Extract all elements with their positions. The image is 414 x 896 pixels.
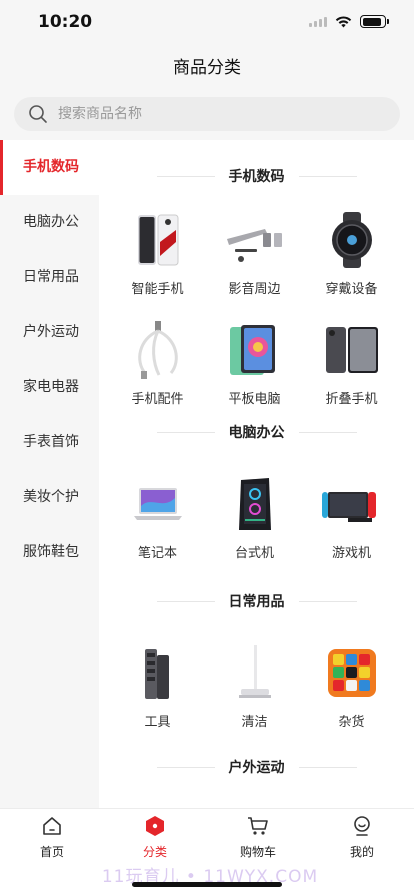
tab-cart[interactable]: 购物车 (218, 815, 298, 860)
sidebar-item-label: 手表首饰 (23, 434, 79, 450)
category-item[interactable]: 工具 (109, 619, 206, 753)
category-icon (146, 816, 164, 836)
category-item[interactable]: 平板电脑 (206, 304, 303, 414)
battery-icon (360, 15, 389, 28)
sidebar-item-home-appliances[interactable]: 家电电器 (0, 360, 99, 415)
wifi-icon (335, 16, 352, 28)
category-item-label: 笔记本 (137, 546, 177, 561)
sidebar-item-daily-goods[interactable]: 日常用品 (0, 250, 99, 305)
signal-icon (309, 16, 327, 27)
category-item-label: 杂货 (338, 715, 365, 730)
category-item[interactable]: 折叠手机 (303, 304, 400, 414)
category-item-label: 折叠手机 (325, 392, 378, 407)
tab-label: 分类 (142, 845, 167, 859)
tab-home[interactable]: 首页 (12, 815, 92, 860)
mop-icon (225, 643, 285, 703)
smartwatch-icon (322, 210, 382, 270)
category-item[interactable]: 游戏机 (303, 450, 400, 583)
foldable-phone-icon (322, 320, 382, 380)
rubiks-cube-icon (322, 643, 382, 703)
category-content: 手机数码 智能手机 影音周边 穿戴设备 手机配件 平板电脑 折叠手机 电脑办公 … (99, 140, 414, 808)
sidebar-item-label: 手机数码 (23, 159, 79, 175)
sidebar-item-label: 户外运动 (23, 324, 79, 340)
category-item[interactable]: 手机配件 (109, 304, 206, 414)
home-icon (43, 817, 61, 835)
usb-cable-icon (128, 320, 188, 380)
cart-icon (248, 817, 268, 835)
category-item-label: 影音周边 (228, 282, 281, 297)
category-item[interactable]: 清洁 (206, 619, 303, 753)
category-item-label: 穿戴设备 (325, 282, 378, 297)
sidebar-item-label: 家电电器 (23, 379, 79, 395)
sidebar-item-digital[interactable]: 手机数码 (0, 140, 99, 195)
sidebar-item-label: 电脑办公 (23, 214, 79, 230)
status-bar: 10:20 (0, 0, 414, 48)
search-input[interactable] (58, 106, 358, 122)
category-item-label: 手机配件 (131, 392, 184, 407)
category-grid: 工具 清洁 杂货 (99, 619, 414, 753)
category-item[interactable]: 智能手机 (109, 194, 206, 304)
sidebar-item-label: 日常用品 (23, 269, 79, 285)
sidebar-item-apparel-bags[interactable]: 服饰鞋包 (0, 525, 99, 580)
category-grid: 笔记本 台式机 游戏机 (99, 450, 414, 583)
smartphone-icon (128, 210, 188, 270)
search-icon (29, 105, 47, 123)
status-time: 10:20 (38, 12, 93, 32)
tablet-icon (225, 320, 285, 380)
laptop-icon (128, 474, 188, 534)
home-indicator (132, 882, 282, 887)
sidebar-item-computer-office[interactable]: 电脑办公 (0, 195, 99, 250)
search-box[interactable] (14, 97, 400, 131)
profile-icon (354, 816, 370, 836)
category-item-label: 台式机 (234, 546, 274, 561)
category-item-label: 工具 (144, 715, 171, 730)
category-sidebar: 手机数码 电脑办公 日常用品 户外运动 家电电器 手表首饰 美妆个护 服饰鞋包 (0, 140, 99, 808)
screwdriver-set-icon (128, 643, 188, 703)
category-item[interactable]: 笔记本 (109, 450, 206, 583)
category-grid: 智能手机 影音周边 穿戴设备 手机配件 平板电脑 折叠手机 (99, 194, 414, 414)
section-title: 户外运动 (99, 749, 414, 785)
tab-profile[interactable]: 我的 (322, 815, 402, 860)
category-item[interactable]: 台式机 (206, 450, 303, 583)
desktop-tower-icon (225, 474, 285, 534)
category-item-label: 平板电脑 (228, 392, 281, 407)
category-item[interactable]: 杂货 (303, 619, 400, 753)
soundbar-icon (225, 210, 285, 270)
tab-category[interactable]: 分类 (115, 815, 195, 860)
game-console-icon (321, 474, 382, 534)
category-item[interactable]: 影音周边 (206, 194, 303, 304)
nav-bar: 商品分类 (0, 48, 414, 88)
tab-label: 购物车 (239, 845, 276, 859)
category-item[interactable]: 穿戴设备 (303, 194, 400, 304)
tab-label: 我的 (349, 845, 374, 859)
section-title: 电脑办公 (99, 414, 414, 450)
sidebar-item-label: 美妆个护 (23, 489, 79, 505)
tab-label: 首页 (39, 845, 64, 859)
section-title: 手机数码 (99, 158, 414, 194)
sidebar-item-outdoor-sports[interactable]: 户外运动 (0, 305, 99, 360)
sidebar-item-label: 服饰鞋包 (23, 544, 79, 560)
category-item-label: 清洁 (241, 715, 268, 730)
section-title: 日常用品 (99, 583, 414, 619)
status-icons (309, 15, 389, 28)
sidebar-item-beauty-care[interactable]: 美妆个护 (0, 470, 99, 525)
category-item-label: 智能手机 (131, 282, 184, 297)
page-title: 商品分类 (173, 58, 241, 78)
sidebar-item-watches-jewelry[interactable]: 手表首饰 (0, 415, 99, 470)
search-bar (0, 88, 414, 140)
category-item-label: 游戏机 (331, 546, 371, 561)
